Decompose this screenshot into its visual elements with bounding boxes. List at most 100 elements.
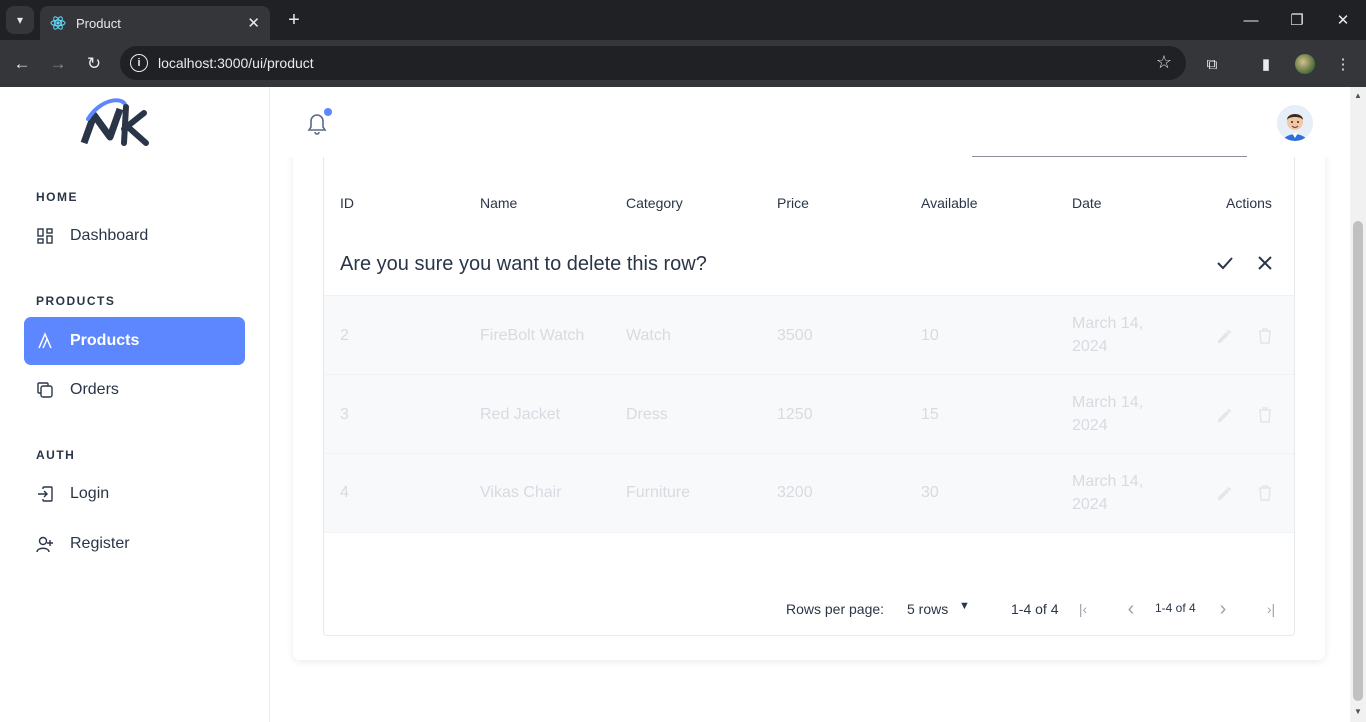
pagination-range: 1-4 of 4	[1011, 601, 1059, 617]
login-icon	[36, 485, 54, 503]
cell-date-line2: 2024	[1072, 496, 1108, 513]
table-row[interactable]: 2 FireBolt Watch Watch 3500 10 March 14,…	[324, 296, 1294, 375]
brand-logo[interactable]	[80, 97, 150, 149]
sidebar-item-login[interactable]: Login	[24, 470, 245, 518]
column-header-available[interactable]: Available	[921, 195, 978, 211]
top-header	[270, 87, 1350, 157]
sidebar-item-label: Login	[70, 485, 110, 502]
delete-icon[interactable]	[1255, 326, 1275, 346]
react-favicon-icon	[50, 16, 66, 30]
cell-available: 10	[921, 327, 939, 344]
delete-icon[interactable]	[1255, 405, 1275, 425]
cell-name: FireBolt Watch	[480, 327, 585, 344]
edit-icon[interactable]	[1215, 326, 1235, 346]
column-header-date[interactable]: Date	[1072, 195, 1102, 211]
url-text: localhost:3000/ui/product	[158, 55, 314, 71]
dashboard-icon	[36, 227, 54, 245]
cell-price: 3500	[777, 327, 813, 344]
cell-name: Red Jacket	[480, 406, 561, 423]
previous-page-icon[interactable]: ‹	[1121, 598, 1141, 620]
notification-badge	[324, 108, 332, 116]
page-indicator: 1-4 of 4	[1155, 601, 1196, 615]
user-avatar[interactable]	[1277, 105, 1313, 141]
search-field-underline[interactable]	[972, 156, 1247, 157]
sidebar-item-label: Dashboard	[70, 227, 149, 244]
sidebar-item-register[interactable]: Register	[24, 520, 245, 568]
sidebar-item-label: Products	[70, 332, 140, 349]
browser-tab[interactable]: Product ✕	[40, 6, 270, 40]
delete-confirm-row: Are you sure you want to delete this row…	[324, 231, 1294, 296]
browser-toolbar: ← → ↻ i localhost:3000/ui/product ☆ ⧉ ▮ …	[0, 40, 1366, 87]
forward-icon[interactable]: →	[44, 50, 72, 78]
rows-per-page-label: Rows per page:	[786, 601, 885, 617]
products-icon	[36, 332, 54, 350]
address-bar[interactable]: i localhost:3000/ui/product ☆	[120, 46, 1186, 80]
cell-id: 3	[340, 406, 349, 423]
new-tab-button[interactable]: +	[282, 8, 306, 32]
cell-id: 2	[340, 327, 349, 344]
nav-section-auth: AUTH	[36, 448, 76, 462]
window-close-icon[interactable]: ✕	[1331, 8, 1355, 32]
cell-date-line2: 2024	[1072, 417, 1108, 434]
scroll-thumb[interactable]	[1353, 221, 1363, 701]
bookmark-star-icon[interactable]: ☆	[1156, 52, 1172, 73]
sidebar-item-label: Register	[70, 535, 130, 552]
nav-section-home: HOME	[36, 190, 78, 204]
browser-tab-bar: ▾ Product ✕ + — ❐ ✕	[0, 0, 1366, 40]
sidebar-item-dashboard[interactable]: Dashboard	[24, 212, 245, 260]
scroll-up-icon[interactable]: ▲	[1354, 91, 1362, 100]
tab-list-button[interactable]: ▾	[6, 6, 34, 34]
cell-category: Dress	[626, 406, 668, 423]
sidebar-item-orders[interactable]: Orders	[24, 366, 245, 414]
sidebar: HOME Dashboard PRODUCTS Products Orders …	[0, 87, 270, 722]
cell-category: Furniture	[626, 484, 691, 501]
sidebar-item-label: Orders	[70, 381, 119, 398]
last-page-icon[interactable]: ›|	[1261, 599, 1281, 619]
delete-icon[interactable]	[1255, 483, 1275, 503]
column-header-name[interactable]: Name	[480, 195, 517, 211]
cell-id: 4	[340, 484, 349, 501]
cell-category: Watch	[626, 327, 671, 344]
nav-section-products: PRODUCTS	[36, 294, 116, 308]
cell-price: 3200	[777, 484, 813, 501]
site-info-icon[interactable]: i	[130, 54, 148, 72]
cell-available: 15	[921, 406, 939, 423]
tab-close-icon[interactable]: ✕	[247, 14, 260, 32]
minimize-icon[interactable]: —	[1239, 8, 1263, 32]
reload-icon[interactable]: ↻	[80, 50, 108, 78]
select-arrow-icon[interactable]: ▼	[959, 600, 970, 612]
edit-icon[interactable]	[1215, 405, 1235, 425]
cell-date-line1: March 14,	[1072, 315, 1144, 332]
delete-confirm-text: Are you sure you want to delete this row…	[340, 253, 707, 275]
restore-icon[interactable]: ❐	[1285, 8, 1309, 32]
next-page-icon[interactable]: ›	[1213, 598, 1233, 620]
table-row[interactable]: 3 Red Jacket Dress 1250 15 March 14, 202…	[324, 375, 1294, 454]
column-header-id[interactable]: ID	[340, 195, 354, 211]
page-scrollbar[interactable]: ▲ ▼	[1350, 87, 1366, 722]
cell-available: 30	[921, 484, 939, 501]
table-row[interactable]: 4 Vikas Chair Furniture 3200 30 March 14…	[324, 454, 1294, 533]
profile-icon[interactable]	[1293, 52, 1317, 76]
tab-title: Product	[76, 15, 121, 31]
side-panel-icon[interactable]: ▮	[1254, 52, 1278, 76]
edit-icon[interactable]	[1215, 483, 1235, 503]
confirm-delete-check-icon[interactable]	[1215, 253, 1235, 273]
cell-date-line1: March 14,	[1072, 394, 1144, 411]
back-icon[interactable]: ←	[8, 50, 36, 78]
cancel-delete-close-icon[interactable]	[1255, 253, 1275, 273]
sidebar-item-products[interactable]: Products	[24, 317, 245, 365]
cell-date-line1: March 14,	[1072, 473, 1144, 490]
cell-price: 1250	[777, 406, 813, 423]
column-header-category[interactable]: Category	[626, 195, 683, 211]
cell-name: Vikas Chair	[480, 484, 562, 501]
column-header-price[interactable]: Price	[777, 195, 809, 211]
register-icon	[36, 535, 54, 553]
extensions-icon[interactable]: ⧉	[1200, 52, 1224, 76]
browser-menu-icon[interactable]: ⋮	[1331, 52, 1355, 76]
scroll-down-icon[interactable]: ▼	[1354, 707, 1362, 716]
first-page-icon[interactable]: |‹	[1073, 599, 1093, 619]
rows-per-page-select[interactable]: 5 rows	[907, 601, 948, 617]
cell-date-line2: 2024	[1072, 338, 1108, 355]
column-header-actions: Actions	[1226, 195, 1272, 211]
orders-icon	[36, 381, 54, 399]
